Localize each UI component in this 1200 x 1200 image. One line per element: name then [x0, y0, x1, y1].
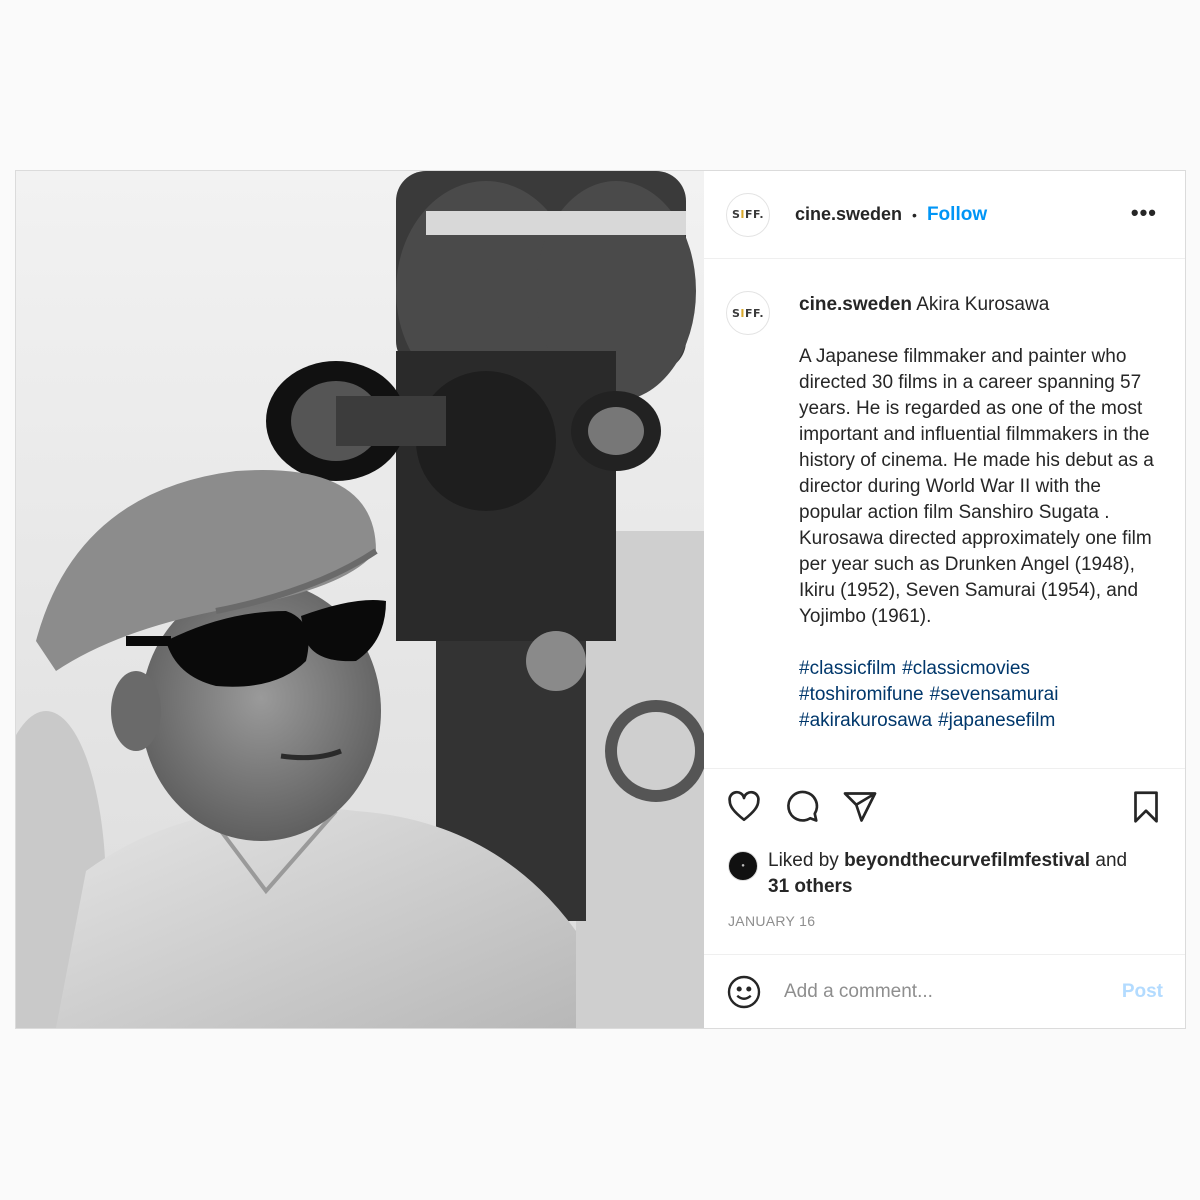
hashtag-link[interactable]: #classicfilm: [799, 658, 896, 679]
account-avatar[interactable]: S I FF.: [726, 192, 770, 237]
hashtag-link[interactable]: #sevensamurai: [930, 684, 1059, 705]
more-options-icon[interactable]: •••: [1131, 202, 1157, 224]
comment-icon[interactable]: [784, 789, 820, 825]
likes-others[interactable]: 31 others: [768, 876, 852, 897]
emoji-icon[interactable]: [726, 974, 762, 1010]
post-card: S I FF. cine.sweden • Follow ••• S I FF. cin…: [15, 170, 1186, 1029]
caption-title: Akira Kurosawa: [916, 294, 1050, 315]
caption-description: A Japanese filmmaker and painter who dir…: [799, 346, 1154, 627]
post-side-panel: S I FF. cine.sweden • Follow ••• S I FF. cin…: [704, 171, 1185, 1028]
kurosawa-photo: [16, 171, 704, 1028]
account-username[interactable]: cine.sweden: [795, 204, 902, 225]
caption-username[interactable]: cine.sweden: [799, 294, 912, 315]
send-icon[interactable]: [842, 789, 878, 825]
heart-icon[interactable]: [726, 789, 762, 825]
caption-heading: cine.sweden Akira Kurosawa: [799, 292, 1163, 318]
post-comment-button[interactable]: Post: [1122, 981, 1163, 1003]
hashtag-link[interactable]: #japanesefilm: [938, 710, 1055, 731]
likes-summary: ● Liked by beyondthecurvefilmfestival an…: [728, 848, 1148, 900]
follow-button[interactable]: Follow: [927, 204, 987, 226]
post-header: S I FF. cine.sweden • Follow •••: [704, 171, 1185, 259]
caption-hashtags: #classicfilm #classicmovies #toshiromifun…: [799, 656, 1163, 734]
post-photo[interactable]: [16, 171, 704, 1028]
likes-prefix: Liked by: [768, 850, 839, 871]
post-actions: [704, 769, 1185, 845]
hashtag-link[interactable]: #classicmovies: [902, 658, 1030, 679]
caption-avatar[interactable]: S I FF.: [726, 291, 770, 335]
post-date[interactable]: JANUARY 16: [728, 913, 815, 929]
hashtag-link[interactable]: #toshiromifune: [799, 684, 924, 705]
caption-body: cine.sweden Akira Kurosawa A Japanese fi…: [799, 292, 1163, 734]
caption-section: S I FF. cine.sweden Akira Kurosawa A Japan…: [704, 259, 1185, 769]
liker-username[interactable]: beyondthecurvefilmfestival: [844, 850, 1090, 871]
likes-and: and: [1095, 850, 1128, 871]
bookmark-icon[interactable]: [1128, 789, 1164, 825]
comment-input[interactable]: [784, 980, 1104, 1003]
likes-text: Liked by beyondthecurvefilmfestival and …: [768, 848, 1148, 900]
liker-avatar[interactable]: ●: [728, 851, 758, 881]
header-separator: •: [912, 206, 917, 223]
comment-bar: Post: [704, 954, 1185, 1028]
hashtag-link[interactable]: #akirakurosawa: [799, 710, 932, 731]
